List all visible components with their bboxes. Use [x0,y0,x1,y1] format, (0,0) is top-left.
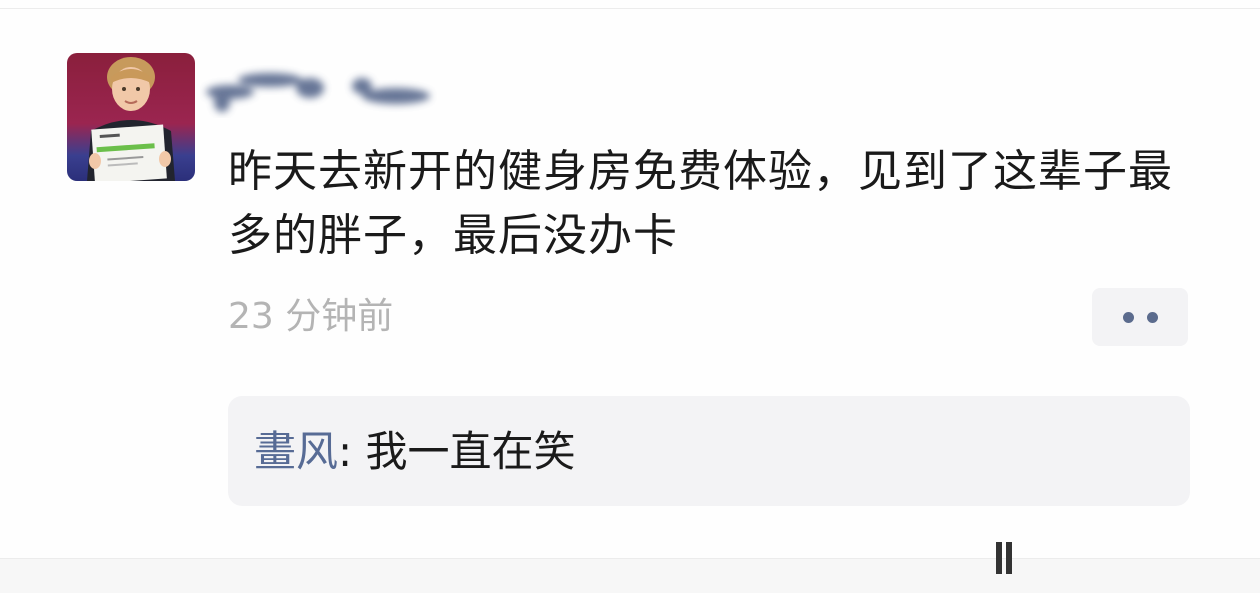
redaction-blur [206,73,430,112]
username-redacted[interactable] [200,58,440,118]
top-divider [0,8,1260,9]
next-post-edge [0,559,1260,593]
cursor-icon [996,542,1012,574]
avatar[interactable] [67,53,195,181]
comment-item[interactable]: 畫风: 我一直在笑 [254,426,576,478]
comment-text: 我一直在笑 [365,427,576,476]
more-actions-button[interactable] [1092,288,1188,346]
comment-section: 畫风: 我一直在笑 [228,396,1190,506]
post-timestamp: 23 分钟前 [228,296,394,337]
avatar-image [67,53,195,181]
more-dots-icon-dot [1146,311,1158,323]
moments-post-page: 昨天去新开的健身房免费体验，见到了这辈子最多的胖子，最后没办卡 23 分钟前 畫… [0,0,1260,593]
more-dots-icon [1122,311,1134,323]
comment-author-link[interactable]: 畫风 [254,427,338,476]
comment-separator: : [338,427,366,476]
post-content: 昨天去新开的健身房免费体验，见到了这辈子最多的胖子，最后没办卡 [228,146,1173,261]
